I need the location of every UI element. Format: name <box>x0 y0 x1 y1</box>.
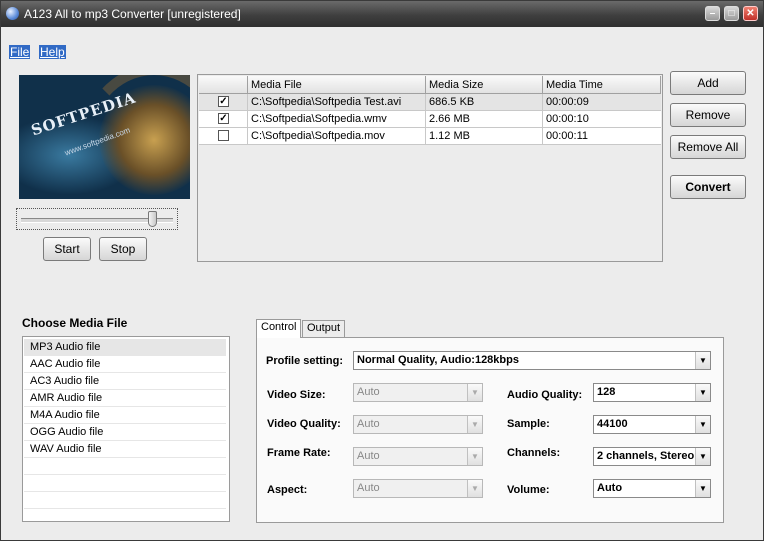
volume-select[interactable]: Auto ▼ <box>593 479 711 498</box>
chevron-down-icon[interactable]: ▼ <box>695 352 710 369</box>
row-check-cell: ✓ <box>199 94 248 110</box>
add-button[interactable]: Add <box>670 71 746 95</box>
aspect-value: Auto <box>357 482 380 494</box>
menu-help[interactable]: Help <box>39 45 66 59</box>
media-type-list: MP3 Audio file AAC Audio file AC3 Audio … <box>22 336 230 522</box>
video-size-select: Auto ▼ <box>353 383 483 402</box>
chevron-down-icon: ▼ <box>467 384 482 401</box>
maximize-button[interactable]: □ <box>724 6 739 21</box>
chevron-down-icon: ▼ <box>467 480 482 497</box>
list-item-aac[interactable]: AAC Audio file <box>24 356 226 373</box>
chevron-down-icon: ▼ <box>467 448 482 465</box>
sample-select[interactable]: 44100 ▼ <box>593 415 711 434</box>
audio-quality-label: Audio Quality: <box>507 389 583 401</box>
remove-button[interactable]: Remove <box>670 103 746 127</box>
chevron-down-icon[interactable]: ▼ <box>695 448 710 465</box>
table-row[interactable]: C:\Softpedia\Softpedia.mov 1.12 MB 00:00… <box>199 128 661 145</box>
list-item-mp3[interactable]: MP3 Audio file <box>24 339 226 356</box>
row-checkbox[interactable]: ✓ <box>218 96 229 107</box>
list-item-wav[interactable]: WAV Audio file <box>24 441 226 458</box>
video-quality-value: Auto <box>357 418 380 430</box>
tab-output[interactable]: Output <box>302 320 346 337</box>
list-item-empty <box>24 458 226 475</box>
menu-bar: File Help <box>1 27 763 61</box>
chevron-down-icon[interactable]: ▼ <box>695 480 710 497</box>
table-row[interactable]: ✓ C:\Softpedia\Softpedia Test.avi 686.5 … <box>199 94 661 111</box>
cell-media-file: C:\Softpedia\Softpedia.wmv <box>248 111 426 127</box>
video-size-label: Video Size: <box>267 389 326 401</box>
frame-rate-value: Auto <box>357 450 380 462</box>
profile-setting-value: Normal Quality, Audio:128kbps <box>357 354 519 366</box>
cell-media-size: 1.12 MB <box>426 128 543 144</box>
minimize-icon: – <box>709 8 716 19</box>
list-item-empty <box>24 475 226 492</box>
choose-media-title: Choose Media File <box>22 316 128 330</box>
sample-label: Sample: <box>507 418 550 430</box>
remove-all-button[interactable]: Remove All <box>670 135 746 159</box>
cell-media-file: C:\Softpedia\Softpedia Test.avi <box>248 94 426 110</box>
check-icon: ✓ <box>219 96 228 107</box>
cell-media-file: C:\Softpedia\Softpedia.mov <box>248 128 426 144</box>
convert-button[interactable]: Convert <box>670 175 746 199</box>
profile-setting-label: Profile setting: <box>266 355 344 367</box>
seek-thumb[interactable] <box>148 211 157 227</box>
close-icon: ✕ <box>746 8 755 19</box>
menu-file[interactable]: File <box>9 45 31 59</box>
main-window: A123 All to mp3 Converter [unregistered]… <box>0 0 764 541</box>
frame-rate-label: Frame Rate: <box>267 447 331 459</box>
audio-quality-select[interactable]: 128 ▼ <box>593 383 711 402</box>
video-quality-label: Video Quality: <box>267 418 341 430</box>
start-button[interactable]: Start <box>43 237 91 261</box>
title-bar[interactable]: A123 All to mp3 Converter [unregistered]… <box>1 1 763 27</box>
tab-control[interactable]: Control <box>256 319 302 338</box>
column-header-check[interactable] <box>199 76 248 94</box>
control-panel: Profile setting: Normal Quality, Audio:1… <box>256 337 724 523</box>
list-item-m4a[interactable]: M4A Audio file <box>24 407 226 424</box>
audio-quality-value: 128 <box>597 386 616 398</box>
stop-button[interactable]: Stop <box>99 237 147 261</box>
seek-slider[interactable] <box>16 208 178 230</box>
profile-setting-select[interactable]: Normal Quality, Audio:128kbps ▼ <box>353 351 711 370</box>
app-icon <box>6 7 19 20</box>
cell-media-time: 00:00:10 <box>546 113 589 125</box>
column-header-media-time[interactable]: Media Time <box>543 76 661 94</box>
channels-value: 2 channels, Stereo <box>597 450 695 462</box>
cell-media-time: 00:00:09 <box>546 96 589 108</box>
frame-rate-select: Auto ▼ <box>353 447 483 466</box>
cell-media-size: 2.66 MB <box>426 111 543 127</box>
cell-media-time: 00:00:11 <box>546 130 589 142</box>
volume-label: Volume: <box>507 484 550 496</box>
chevron-down-icon: ▼ <box>467 416 482 433</box>
check-icon: ✓ <box>219 113 228 124</box>
list-item-ac3[interactable]: AC3 Audio file <box>24 373 226 390</box>
sample-value: 44100 <box>597 418 628 430</box>
media-table: Media File Media Size Media Time ✓ C:\So… <box>197 74 663 262</box>
chevron-down-icon[interactable]: ▼ <box>695 384 710 401</box>
column-header-media-file[interactable]: Media File <box>248 76 426 94</box>
video-quality-select: Auto ▼ <box>353 415 483 434</box>
column-header-media-size[interactable]: Media Size <box>426 76 543 94</box>
volume-value: Auto <box>597 482 623 494</box>
table-row[interactable]: ✓ C:\Softpedia\Softpedia.wmv 2.66 MB 00:… <box>199 111 661 128</box>
minimize-button[interactable]: – <box>705 6 720 21</box>
list-item-amr[interactable]: AMR Audio file <box>24 390 226 407</box>
row-checkbox[interactable]: ✓ <box>218 113 229 124</box>
client-area: SOFTPEDIA www.softpedia.com Start Stop M… <box>1 61 763 540</box>
cell-media-size: 686.5 KB <box>426 94 543 110</box>
video-preview: SOFTPEDIA www.softpedia.com <box>19 75 190 199</box>
window-title: A123 All to mp3 Converter [unregistered] <box>24 7 241 21</box>
chevron-down-icon[interactable]: ▼ <box>695 416 710 433</box>
maximize-icon: □ <box>728 8 735 19</box>
row-checkbox[interactable] <box>218 130 229 141</box>
list-item-ogg[interactable]: OGG Audio file <box>24 424 226 441</box>
channels-label: Channels: <box>507 447 561 459</box>
close-button[interactable]: ✕ <box>743 6 758 21</box>
aspect-select: Auto ▼ <box>353 479 483 498</box>
row-check-cell <box>199 128 248 144</box>
aspect-label: Aspect: <box>267 484 308 496</box>
list-item-empty <box>24 492 226 509</box>
channels-select[interactable]: 2 channels, Stereo ▼ <box>593 447 711 466</box>
video-size-value: Auto <box>357 386 380 398</box>
row-check-cell: ✓ <box>199 111 248 127</box>
